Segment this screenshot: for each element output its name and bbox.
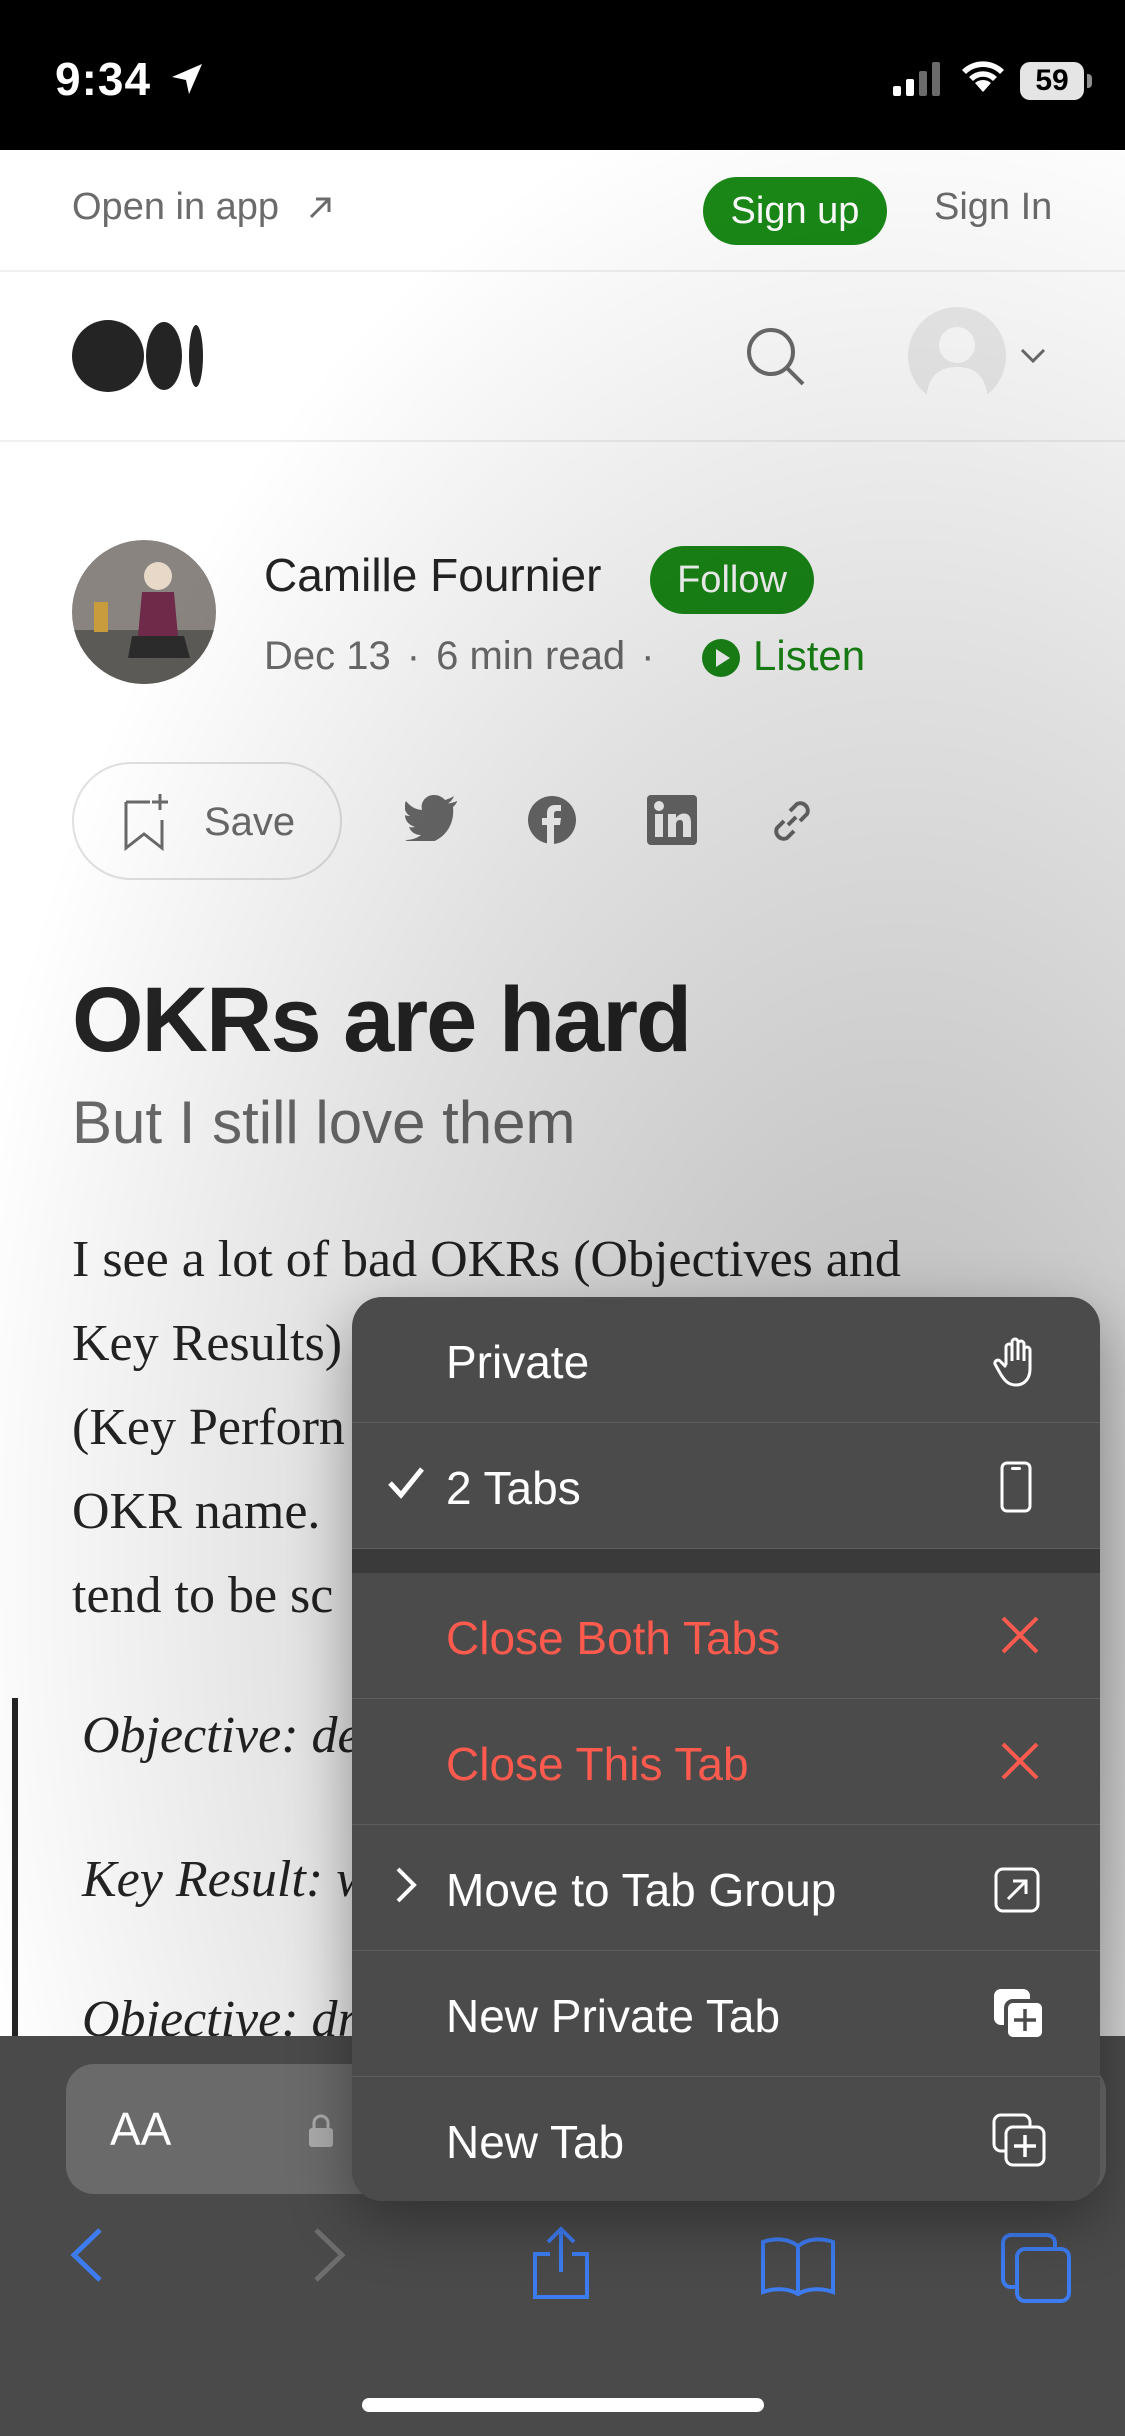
article-title: OKRs are hard xyxy=(72,969,692,1071)
arrow-up-right-icon xyxy=(309,197,331,219)
author-name[interactable]: Camille Fournier xyxy=(264,548,601,602)
lock-icon xyxy=(309,2114,333,2147)
battery-tip xyxy=(1087,74,1092,88)
menu-item-label: Move to Tab Group xyxy=(446,1864,837,1916)
read-time: 6 min read xyxy=(436,634,626,678)
menu-item-new-private-tab[interactable]: New Private Tab xyxy=(352,1951,1100,2077)
menu-item-label: Close This Tab xyxy=(446,1738,749,1790)
chevron-down-icon[interactable] xyxy=(1020,348,1046,364)
article-meta: Dec 13 · 6 min read · xyxy=(264,634,670,679)
search-icon[interactable] xyxy=(745,326,807,388)
bookmark-plus-icon xyxy=(124,794,168,852)
arrow-up-right-square-icon xyxy=(994,1867,1040,1913)
menu-item-close-this-tab[interactable]: Close This Tab xyxy=(352,1699,1100,1825)
listen-link[interactable]: Listen xyxy=(753,632,865,680)
open-in-app-link[interactable]: Open in app xyxy=(72,186,279,229)
tabs-icon[interactable] xyxy=(1000,2232,1072,2304)
copy-link-icon[interactable] xyxy=(766,795,818,847)
author-photo-icon xyxy=(72,540,216,684)
menu-item-new-tab[interactable]: New Tab xyxy=(352,2077,1100,2201)
twitter-icon[interactable] xyxy=(405,795,459,841)
text-size-button[interactable]: AA xyxy=(110,2102,171,2156)
menu-item-label: 2 Tabs xyxy=(446,1462,581,1514)
article-subtitle: But I still love them xyxy=(72,1089,576,1156)
share-icon[interactable] xyxy=(530,2226,592,2300)
menu-item-label: Close Both Tabs xyxy=(446,1612,781,1664)
menu-item-label: Private xyxy=(446,1336,590,1388)
save-button[interactable]: Save xyxy=(72,762,342,880)
location-arrow-icon xyxy=(172,64,202,94)
site-header xyxy=(0,272,1125,442)
plus-square-on-square-icon xyxy=(992,2113,1046,2167)
menu-item-label: New Tab xyxy=(446,2116,625,2168)
hand-raised-icon xyxy=(993,1337,1032,1387)
publish-date: Dec 13 xyxy=(264,634,391,678)
status-time: 9:34 xyxy=(55,53,152,105)
plus-square-on-square-icon xyxy=(994,1989,1046,2041)
iphone-icon xyxy=(1000,1461,1032,1513)
forward-icon[interactable] xyxy=(312,2226,348,2284)
home-indicator xyxy=(362,2398,764,2412)
sign-in-link[interactable]: Sign In xyxy=(934,186,1052,229)
body-line: I see a lot of bad OKRs (Objectives and xyxy=(72,1231,901,1288)
menu-section-separator xyxy=(352,1549,1100,1573)
meta-separator: · xyxy=(641,634,655,678)
cellular-signal-icon xyxy=(893,62,940,96)
chevron-right-icon xyxy=(396,1867,417,1903)
battery-indicator: 59 xyxy=(1020,62,1084,100)
menu-item-move-to-tab-group[interactable]: Move to Tab Group xyxy=(352,1825,1100,1951)
menu-item-2-tabs[interactable]: 2 Tabs xyxy=(352,1423,1100,1549)
quote-line: Objective: de xyxy=(82,1707,361,1764)
menu-item-label: New Private Tab xyxy=(446,1990,781,2042)
author-avatar[interactable] xyxy=(72,540,216,684)
blockquote-bar xyxy=(12,1698,18,2038)
person-silhouette-icon xyxy=(926,327,988,405)
checkmark-icon xyxy=(388,1467,424,1499)
wifi-icon xyxy=(962,61,1004,92)
app-banner: Open in app Sign up Sign In xyxy=(0,150,1125,272)
user-avatar[interactable] xyxy=(908,307,1006,405)
back-icon[interactable] xyxy=(68,2226,104,2284)
save-label: Save xyxy=(204,800,296,844)
medium-logo-icon[interactable] xyxy=(72,320,204,392)
close-x-icon xyxy=(1001,1616,1039,1654)
bookmarks-icon[interactable] xyxy=(760,2236,836,2296)
follow-button[interactable]: Follow xyxy=(650,546,814,614)
menu-item-private[interactable]: Private xyxy=(352,1297,1100,1423)
tabs-context-menu: Private 2 Tabs Close Both Tabs Close Thi… xyxy=(352,1297,1100,2201)
close-x-icon xyxy=(1001,1742,1039,1780)
linkedin-icon[interactable] xyxy=(647,795,697,845)
facebook-icon[interactable] xyxy=(527,795,577,845)
menu-item-close-both-tabs[interactable]: Close Both Tabs xyxy=(352,1573,1100,1699)
meta-separator: · xyxy=(406,634,421,678)
sign-up-button[interactable]: Sign up xyxy=(703,177,887,245)
quote-line: Key Result: w xyxy=(82,1851,371,1908)
play-circle-icon[interactable] xyxy=(701,638,741,678)
status-bar: 9:34 59 xyxy=(0,0,1125,150)
